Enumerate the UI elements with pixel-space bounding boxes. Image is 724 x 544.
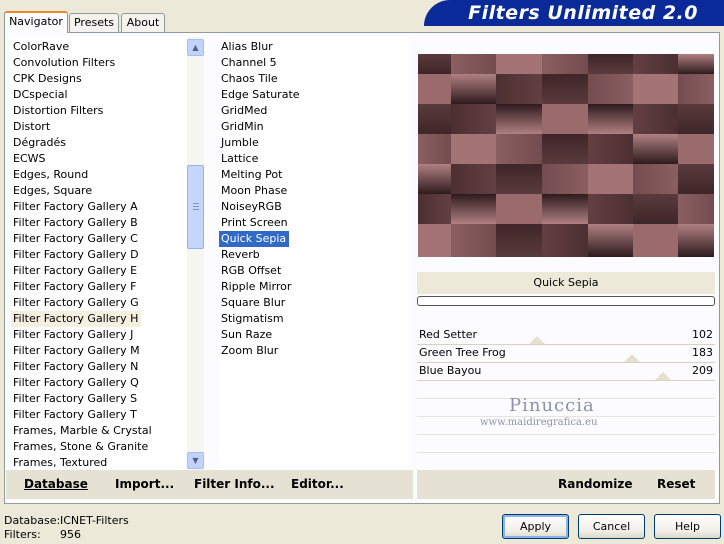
category-item[interactable]: Filter Factory Gallery M — [11, 343, 143, 359]
category-item[interactable]: Edges, Round — [11, 167, 91, 183]
database-value: ICNET-Filters — [60, 514, 129, 527]
category-item[interactable]: Frames, Stone & Granite — [11, 439, 151, 455]
category-item[interactable]: Filter Factory Gallery A — [11, 199, 141, 215]
scroll-thumb[interactable] — [187, 165, 204, 249]
scroll-up-button[interactable]: ▲ — [187, 39, 204, 56]
filter-item[interactable]: Square Blur — [219, 295, 288, 311]
category-scrollbar[interactable]: ▲ ▼ — [187, 37, 204, 471]
filter-list[interactable]: Alias Blur Channel 5 Chaos Tile Edge Satura… — [219, 37, 409, 471]
category-item[interactable]: Filter Factory Gallery D — [11, 247, 142, 263]
filter-item[interactable]: Stigmatism — [219, 311, 287, 327]
filter-item[interactable]: Quick Sepia — [219, 231, 290, 247]
category-item[interactable]: Filter Factory Gallery B — [11, 215, 141, 231]
right-button-bar: Randomize Reset — [417, 470, 715, 499]
reset-button[interactable]: Reset — [657, 477, 695, 491]
filter-item[interactable]: GridMed — [219, 103, 270, 119]
category-list[interactable]: ColorRave Convolution Filters CPK Designs D… — [11, 37, 187, 471]
filter-item[interactable]: Edge Saturate — [219, 87, 303, 103]
watermark-url: www.maidiregrafica.eu — [480, 417, 598, 428]
current-filter-name: Quick Sepia — [417, 272, 715, 294]
category-item[interactable]: Filter Factory Gallery T — [11, 407, 140, 423]
import-button[interactable]: Import... — [115, 477, 174, 491]
category-item[interactable]: Filter Factory Gallery C — [11, 231, 141, 247]
category-item[interactable]: Filter Factory Gallery H — [11, 311, 142, 327]
tab-presets[interactable]: Presets — [69, 13, 119, 32]
progress-bar — [417, 296, 715, 306]
watermark-name: Pinuccia — [509, 395, 595, 416]
filters-count: 956 — [60, 528, 81, 541]
filter-item[interactable]: Melting Pot — [219, 167, 285, 183]
slider-green-tree-frog[interactable]: Green Tree Frog 183 — [417, 345, 715, 363]
tab-about[interactable]: About — [121, 13, 165, 32]
filter-item[interactable]: Reverb — [219, 247, 263, 263]
category-item[interactable]: Convolution Filters — [11, 55, 118, 71]
filter-item[interactable]: Moon Phase — [219, 183, 290, 199]
empty-slider-row — [417, 453, 715, 470]
filter-item[interactable]: Chaos Tile — [219, 71, 281, 87]
banner-title: Filters Unlimited 2.0 — [468, 2, 698, 24]
slider-value: 183 — [692, 346, 713, 359]
slider-label: Green Tree Frog — [419, 346, 506, 359]
category-item[interactable]: Filter Factory Gallery Q — [11, 375, 142, 391]
help-button[interactable]: Help — [654, 514, 721, 539]
filter-item[interactable]: GridMin — [219, 119, 267, 135]
slider-thumb[interactable] — [529, 336, 545, 344]
empty-slider-row — [417, 435, 715, 453]
category-item[interactable]: Filter Factory Gallery F — [11, 279, 139, 295]
slider-thumb[interactable] — [655, 372, 671, 380]
category-item[interactable]: Filter Factory Gallery J — [11, 327, 136, 343]
category-item[interactable]: DCspecial — [11, 87, 71, 103]
category-item[interactable]: ColorRave — [11, 39, 72, 55]
filter-item[interactable]: Zoom Blur — [219, 343, 281, 359]
editor-button[interactable]: Editor... — [291, 477, 344, 491]
filters-label: Filters: — [4, 528, 41, 541]
slider-red-setter[interactable]: Red Setter 102 — [417, 327, 715, 345]
filter-item[interactable]: Sun Raze — [219, 327, 275, 343]
title-banner: Filters Unlimited 2.0 — [424, 0, 724, 26]
slider-thumb[interactable] — [624, 354, 640, 362]
tab-navigator[interactable]: Navigator — [4, 11, 68, 33]
category-item[interactable]: Distortion Filters — [11, 103, 106, 119]
category-item[interactable]: Filter Factory Gallery S — [11, 391, 140, 407]
database-label: Database: — [4, 514, 61, 527]
filter-item[interactable]: NoiseyRGB — [219, 199, 285, 215]
slider-value: 102 — [692, 328, 713, 341]
category-item[interactable]: Frames, Textured — [11, 455, 110, 471]
filter-item[interactable]: Channel 5 — [219, 55, 280, 71]
filter-info-button[interactable]: Filter Info... — [194, 477, 275, 491]
slider-label: Blue Bayou — [419, 364, 482, 377]
category-item[interactable]: Frames, Marble & Crystal — [11, 423, 155, 439]
filter-item[interactable]: Alias Blur — [219, 39, 276, 55]
randomize-button[interactable]: Randomize — [558, 477, 632, 491]
left-button-bar: Database Import... Filter Info... Editor… — [6, 470, 413, 499]
category-item[interactable]: Filter Factory Gallery E — [11, 263, 140, 279]
slider-label: Red Setter — [419, 328, 478, 341]
scroll-down-button[interactable]: ▼ — [187, 452, 204, 469]
preview-image — [418, 54, 714, 257]
category-item[interactable]: Filter Factory Gallery N — [11, 359, 141, 375]
category-item[interactable]: Filter Factory Gallery G — [11, 295, 142, 311]
filter-item[interactable]: Jumble — [219, 135, 262, 151]
category-item[interactable]: ECWS — [11, 151, 49, 167]
category-item[interactable]: Distort — [11, 119, 53, 135]
apply-button[interactable]: Apply — [502, 514, 569, 539]
category-item[interactable]: Dégradés — [11, 135, 69, 151]
cancel-button[interactable]: Cancel — [578, 514, 645, 539]
filter-item[interactable]: Lattice — [219, 151, 261, 167]
category-item[interactable]: Edges, Square — [11, 183, 95, 199]
slider-blue-bayou[interactable]: Blue Bayou 209 — [417, 363, 715, 381]
filter-item[interactable]: Ripple Mirror — [219, 279, 294, 295]
category-item[interactable]: CPK Designs — [11, 71, 85, 87]
slider-value: 209 — [692, 364, 713, 377]
filter-item[interactable]: RGB Offset — [219, 263, 284, 279]
database-button[interactable]: Database — [24, 477, 88, 491]
filter-item[interactable]: Print Screen — [219, 215, 291, 231]
